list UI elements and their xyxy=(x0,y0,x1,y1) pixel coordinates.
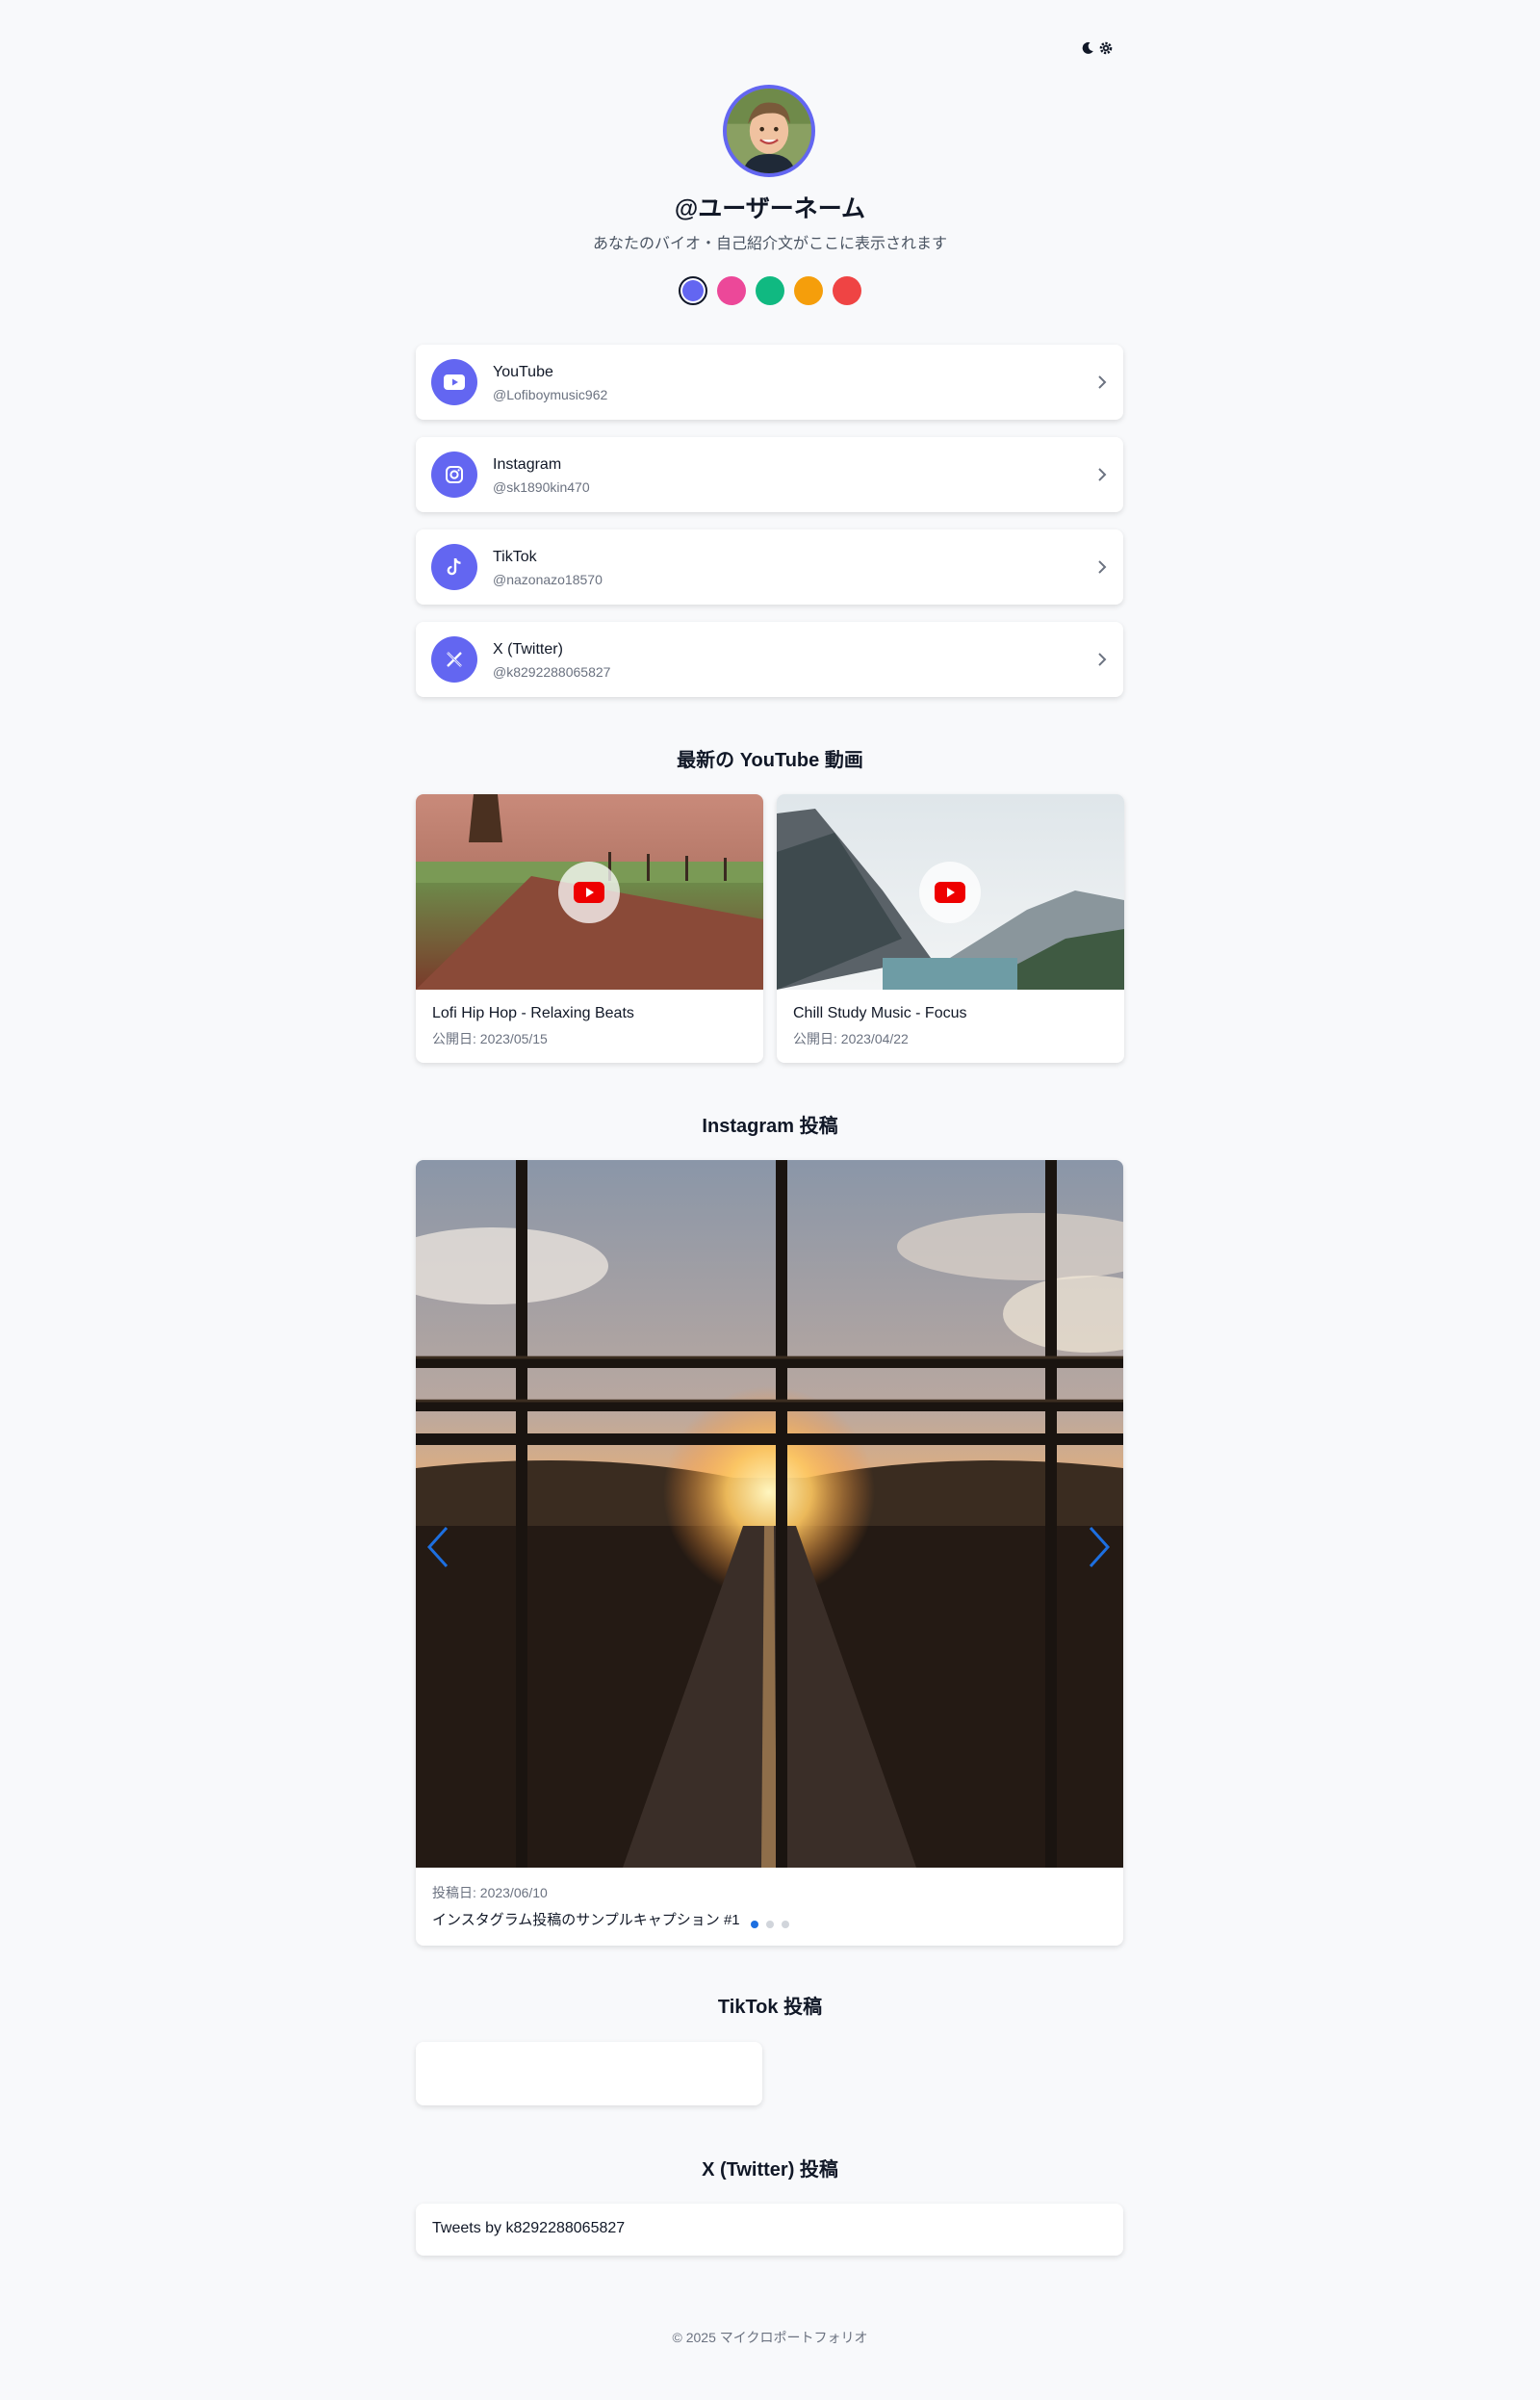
chevron-right-icon xyxy=(1098,560,1107,574)
gear-icon xyxy=(1099,41,1113,55)
post-caption: インスタグラム投稿のサンプルキャプション #1 xyxy=(432,1912,740,1928)
video-date: 公開日: 2023/04/22 xyxy=(793,1031,909,1046)
link-title: Instagram xyxy=(493,456,562,473)
link-card-youtube[interactable]: YouTube @Lofiboymusic962 xyxy=(416,345,1123,420)
link-card-tiktok[interactable]: TikTok @nazonazo18570 xyxy=(416,529,1123,605)
username: @ユーザーネーム xyxy=(674,195,866,222)
theme-toggle[interactable] xyxy=(1080,37,1118,60)
video-title: Lofi Hip Hop - Relaxing Beats xyxy=(432,1005,634,1021)
carousel-dot[interactable] xyxy=(782,1921,789,1928)
color-swatch-green[interactable] xyxy=(756,276,784,305)
twitter-timeline-link[interactable]: Tweets by k8292288065827 xyxy=(432,2220,625,2237)
video-thumbnail xyxy=(416,794,763,990)
carousel-dot[interactable] xyxy=(751,1921,758,1928)
color-swatch-amber[interactable] xyxy=(794,276,823,305)
youtube-icon xyxy=(431,359,477,405)
post-date: 投稿日: 2023/06/10 xyxy=(432,1885,548,1900)
instagram-section-title: Instagram 投稿 xyxy=(702,1116,838,1137)
tiktok-embed xyxy=(416,2042,762,2105)
link-card-instagram[interactable]: Instagram @sk1890kin470 xyxy=(416,437,1123,512)
carousel-pagination xyxy=(751,1921,789,1928)
video-title: Chill Study Music - Focus xyxy=(793,1005,967,1021)
x-icon xyxy=(431,636,477,683)
bio: あなたのバイオ・自己紹介文がここに表示されます xyxy=(592,236,947,252)
theme-color-picker xyxy=(0,276,1540,305)
link-handle: @k8292288065827 xyxy=(493,664,611,680)
youtube-play-icon xyxy=(935,882,965,903)
link-handle: @sk1890kin470 xyxy=(493,479,590,495)
link-title: YouTube xyxy=(493,364,553,380)
link-title: TikTok xyxy=(493,549,537,565)
carousel-prev-arrow[interactable] xyxy=(425,1524,450,1570)
carousel-next-arrow[interactable] xyxy=(1087,1524,1112,1570)
play-button[interactable] xyxy=(558,862,620,923)
color-swatch-indigo[interactable] xyxy=(679,276,707,305)
twitter-section-title: X (Twitter) 投稿 xyxy=(702,2159,838,2181)
instagram-carousel: 投稿日: 2023/06/10 インスタグラム投稿のサンプルキャプション #1 xyxy=(416,1160,1123,1946)
video-thumbnail xyxy=(777,794,1124,990)
instagram-icon xyxy=(431,452,477,498)
chevron-right-icon xyxy=(1098,375,1107,389)
instagram-photo xyxy=(416,1160,1123,1868)
video-card[interactable]: Chill Study Music - Focus 公開日: 2023/04/2… xyxy=(777,794,1124,1063)
carousel-dot[interactable] xyxy=(766,1921,774,1928)
video-date: 公開日: 2023/05/15 xyxy=(432,1031,548,1046)
color-swatch-red[interactable] xyxy=(833,276,861,305)
chevron-right-icon xyxy=(1098,653,1107,666)
video-card[interactable]: Lofi Hip Hop - Relaxing Beats 公開日: 2023/… xyxy=(416,794,763,1063)
link-title: X (Twitter) xyxy=(493,641,563,658)
avatar xyxy=(723,85,815,177)
twitter-timeline[interactable]: Tweets by k8292288065827 xyxy=(416,2204,1123,2256)
color-swatch-pink[interactable] xyxy=(717,276,746,305)
moon-icon xyxy=(1082,41,1093,54)
link-handle: @nazonazo18570 xyxy=(493,572,603,587)
chevron-right-icon xyxy=(1098,468,1107,481)
tiktok-icon xyxy=(431,544,477,590)
avatar-image xyxy=(727,89,811,173)
link-handle: @Lofiboymusic962 xyxy=(493,387,608,402)
footer-copyright: © 2025 マイクロポートフォリオ xyxy=(672,2330,868,2345)
youtube-section-title: 最新の YouTube 動画 xyxy=(677,750,863,771)
youtube-play-icon xyxy=(574,882,604,903)
tiktok-section-title: TikTok 投稿 xyxy=(717,1997,823,2018)
play-button[interactable] xyxy=(919,862,981,923)
link-card-x[interactable]: X (Twitter) @k8292288065827 xyxy=(416,622,1123,697)
